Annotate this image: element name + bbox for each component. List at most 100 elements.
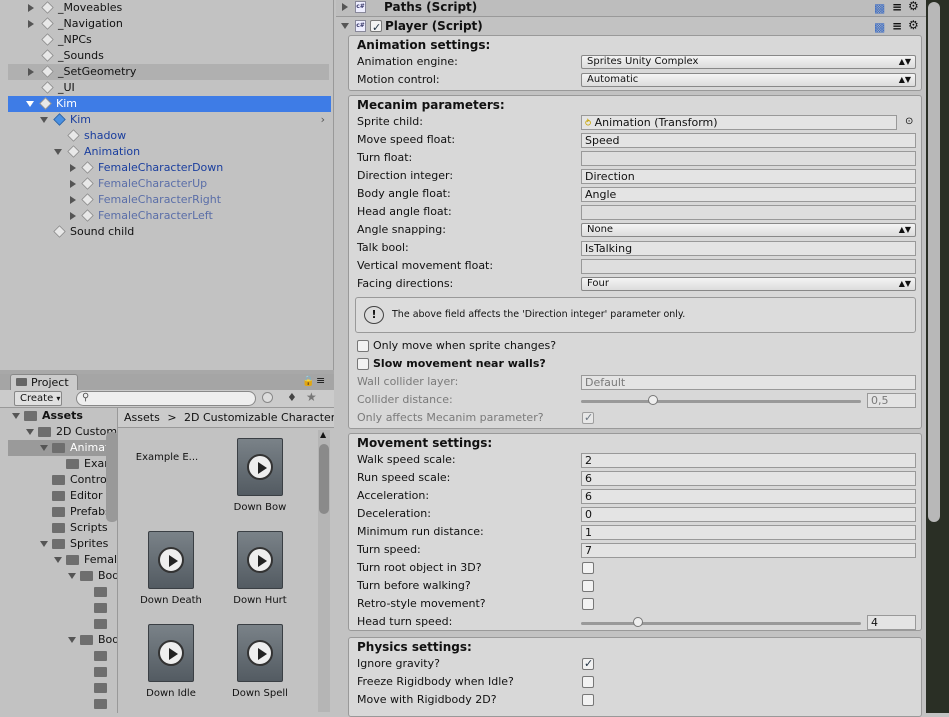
collapse-arrow-icon[interactable] — [341, 23, 349, 29]
acceleration-field[interactable]: 6 — [581, 489, 916, 504]
tree-item[interactable] — [8, 600, 117, 616]
head-turn-speed-slider[interactable] — [581, 622, 861, 625]
collapse-arrow-icon[interactable] — [54, 149, 62, 155]
only-mecanim-checkbox[interactable] — [582, 411, 594, 424]
asset-animation[interactable]: Down Death — [126, 531, 216, 606]
walk-speed-field[interactable]: 2 — [581, 453, 916, 468]
preset-icon[interactable]: ≡ — [892, 17, 902, 35]
freeze-rigidbody-checkbox[interactable] — [582, 676, 594, 688]
collapse-arrow-icon[interactable] — [68, 637, 76, 643]
move-speed-float-field[interactable]: Speed — [581, 133, 916, 148]
turn-before-walking-checkbox[interactable] — [582, 580, 594, 592]
sprite-child-field[interactable]: ⥁ Animation (Transform) — [581, 115, 897, 130]
tree-item[interactable]: Sprites — [8, 536, 117, 552]
menu-icon[interactable]: ≡ — [316, 374, 325, 387]
animation-engine-dropdown[interactable]: Sprites Unity Complex ▲▼ — [581, 55, 916, 69]
collapse-arrow-icon[interactable] — [40, 541, 48, 547]
deceleration-field[interactable]: 0 — [581, 507, 916, 522]
facing-directions-dropdown[interactable]: Four ▲▼ — [581, 277, 916, 291]
scroll-up-icon[interactable]: ▲ — [320, 430, 326, 439]
vertical-movement-float-field[interactable] — [581, 259, 916, 274]
run-speed-field[interactable]: 6 — [581, 471, 916, 486]
tree-item[interactable]: Scripts — [8, 520, 117, 536]
collapse-arrow-icon[interactable] — [26, 101, 34, 107]
tree-item[interactable] — [8, 584, 117, 600]
slow-walls-checkbox[interactable] — [357, 358, 369, 370]
hierarchy-item[interactable]: _UI — [8, 80, 329, 96]
tree-item[interactable]: 2D Customizable Characters — [8, 424, 117, 440]
paths-component-header[interactable]: c# Paths (Script) ▩ ≡ ⚙ — [336, 0, 926, 16]
tree-scrollbar[interactable] — [106, 432, 117, 522]
tab-project[interactable]: Project — [10, 374, 78, 390]
tree-item[interactable] — [8, 680, 117, 696]
expand-arrow-icon[interactable] — [28, 68, 34, 76]
collapse-arrow-icon[interactable] — [40, 117, 48, 123]
expand-arrow-icon[interactable] — [70, 180, 76, 188]
only-move-checkbox[interactable] — [357, 340, 369, 352]
direction-integer-field[interactable]: Direction — [581, 169, 916, 184]
help-icon[interactable]: ▩ — [874, 0, 885, 17]
tree-item[interactable]: Body — [8, 632, 117, 648]
create-button[interactable]: Create ▾ — [14, 391, 62, 406]
collapse-arrow-icon[interactable] — [40, 445, 48, 451]
gear-icon[interactable]: ⚙ — [908, 0, 919, 15]
talk-bool-field[interactable]: IsTalking — [581, 241, 916, 256]
head-turn-speed-knob[interactable] — [633, 617, 643, 627]
expand-arrow-icon[interactable] — [70, 196, 76, 204]
hierarchy-item[interactable]: FemaleCharacterLeft — [8, 208, 329, 224]
ignore-gravity-checkbox[interactable] — [582, 657, 594, 670]
min-run-distance-field[interactable]: 1 — [581, 525, 916, 540]
hierarchy-item[interactable]: FemaleCharacterUp — [8, 176, 329, 192]
asset-animation[interactable]: Down Spell — [215, 624, 305, 699]
tree-item-selected[interactable]: Animations — [8, 440, 117, 456]
tree-item[interactable]: Editor — [8, 488, 117, 504]
tree-item[interactable] — [8, 616, 117, 632]
head-turn-speed-field[interactable]: 4 — [867, 615, 916, 630]
player-component-header[interactable]: c# Player (Script) ▩ ≡ ⚙ — [336, 16, 926, 37]
inspector-scrollbar-thumb[interactable] — [928, 2, 940, 522]
retro-movement-checkbox[interactable] — [582, 598, 594, 610]
hierarchy-item[interactable]: _SetGeometry — [8, 64, 329, 80]
collapse-arrow-icon[interactable] — [68, 573, 76, 579]
filter-label-icon[interactable]: ♦ — [287, 391, 297, 404]
chevron-right-icon[interactable]: › — [321, 112, 325, 128]
collapse-arrow-icon[interactable] — [54, 557, 62, 563]
search-input[interactable]: ⚲ — [76, 391, 256, 406]
hierarchy-item[interactable]: Kim › — [8, 112, 329, 128]
expand-arrow-icon[interactable] — [28, 4, 34, 12]
tree-item[interactable]: Female — [8, 552, 117, 568]
clear-search-icon[interactable] — [262, 392, 273, 403]
head-angle-float-field[interactable] — [581, 205, 916, 220]
hierarchy-item[interactable]: shadow — [8, 128, 329, 144]
body-angle-float-field[interactable]: Angle — [581, 187, 916, 202]
hierarchy-item[interactable]: _Navigation — [8, 16, 329, 32]
tree-item[interactable]: Example Edits — [8, 456, 117, 472]
asset-scrollbar-thumb[interactable] — [319, 444, 329, 514]
hierarchy-item-selected[interactable]: Kim — [8, 96, 331, 112]
hierarchy-item[interactable]: Sound child — [8, 224, 329, 240]
tree-item[interactable]: Body — [8, 568, 117, 584]
hierarchy-item[interactable]: _NPCs — [8, 32, 329, 48]
tree-item[interactable] — [8, 664, 117, 680]
asset-folder[interactable]: Example E... — [122, 438, 212, 463]
tree-item[interactable] — [8, 696, 117, 712]
collider-distance-slider[interactable] — [581, 400, 861, 403]
hierarchy-item[interactable]: _Moveables — [8, 0, 329, 16]
wall-collider-layer-field[interactable]: Default — [581, 375, 916, 390]
hierarchy-item[interactable]: FemaleCharacterRight — [8, 192, 329, 208]
hierarchy-item[interactable]: _Sounds — [8, 48, 329, 64]
expand-arrow-icon[interactable] — [70, 212, 76, 220]
turn-speed-field[interactable]: 7 — [581, 543, 916, 558]
hierarchy-item[interactable]: FemaleCharacterDown — [8, 160, 329, 176]
help-icon[interactable]: ▩ — [874, 18, 885, 36]
angle-snapping-dropdown[interactable]: None ▲▼ — [581, 223, 916, 237]
collider-distance-knob[interactable] — [648, 395, 658, 405]
collapse-arrow-icon[interactable] — [26, 429, 34, 435]
asset-animation[interactable]: Down Idle — [126, 624, 216, 699]
enabled-checkbox[interactable] — [370, 19, 382, 37]
collider-distance-field[interactable]: 0,5 — [867, 393, 916, 408]
rigidbody-2d-checkbox[interactable] — [582, 694, 594, 706]
hierarchy-item[interactable]: Animation — [8, 144, 329, 160]
preset-icon[interactable]: ≡ — [892, 0, 902, 16]
favorite-star-icon[interactable]: ★ — [306, 390, 317, 404]
